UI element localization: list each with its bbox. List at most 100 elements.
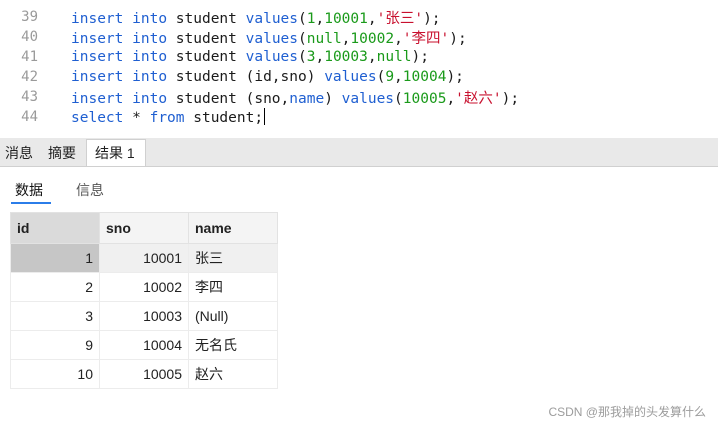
- code-text: insert into student values(1,10001,'张三')…: [71, 7, 441, 28]
- token-kw: insert: [71, 49, 124, 65]
- token-num: 10003: [324, 49, 368, 65]
- cell-id[interactable]: 10: [10, 359, 100, 389]
- token-text: student (id,sno): [167, 69, 325, 85]
- csdn-watermark: CSDN @那我掉的头发算什么: [548, 405, 706, 419]
- column-header-sno[interactable]: sno: [99, 212, 189, 244]
- token-num: 9: [385, 69, 395, 85]
- line-number: 41: [21, 49, 38, 65]
- editor-line[interactable]: 39 insert into student values(1,10001,'张三…: [0, 7, 718, 27]
- token-kw: from: [149, 110, 185, 126]
- table-row[interactable]: 1 10001 张三: [10, 243, 278, 273]
- cell-sno[interactable]: 10003: [99, 301, 189, 331]
- code-text: insert into student values(null,10002,'李…: [71, 27, 467, 48]
- code-text: insert into student (id,sno) values(9,10…: [71, 69, 464, 85]
- editor-line[interactable]: 40 insert into student values(null,10002,…: [0, 27, 718, 47]
- cell-id[interactable]: 9: [10, 330, 100, 360]
- tab-messages[interactable]: 消息: [0, 140, 43, 166]
- token-text: ,: [367, 10, 377, 27]
- token-text: student: [167, 49, 246, 65]
- line-number: 42: [21, 69, 38, 85]
- token-text: (: [376, 69, 386, 85]
- token-kw: into: [132, 10, 168, 27]
- token-num: null: [306, 30, 342, 47]
- line-number: 39: [21, 9, 38, 25]
- token-kw: name: [289, 90, 325, 107]
- cell-sno[interactable]: 10005: [99, 359, 189, 389]
- token-text: (: [298, 30, 307, 47]
- editor-line[interactable]: 44 select * from student;: [0, 107, 718, 127]
- editor-line[interactable]: 41 insert into student values(3,10003,nul…: [0, 47, 718, 67]
- grid-header-row: id sno name: [10, 212, 278, 244]
- sql-editor[interactable]: 39 insert into student values(1,10001,'张三…: [0, 0, 718, 133]
- token-text: );: [446, 69, 464, 85]
- cell-name-null[interactable]: (Null): [188, 301, 278, 331]
- token-kw: insert: [71, 30, 124, 47]
- table-row[interactable]: 10 10005 赵六: [10, 359, 278, 389]
- token-num: 10002: [350, 30, 395, 47]
- line-number: 40: [21, 29, 38, 45]
- token-str: '张三': [376, 10, 424, 27]
- token-text: );: [449, 30, 467, 47]
- token-kw: insert: [71, 69, 124, 85]
- tab-summary[interactable]: 摘要: [43, 140, 86, 166]
- token-text: );: [423, 10, 441, 27]
- cell-id[interactable]: 1: [10, 243, 100, 273]
- code-text: insert into student (sno,name) values(10…: [71, 87, 519, 108]
- cell-sno[interactable]: 10001: [99, 243, 189, 273]
- token-text: ,: [394, 69, 403, 85]
- token-text: (: [298, 49, 307, 65]
- code-text: insert into student values(3,10003,null)…: [71, 49, 429, 65]
- cell-name[interactable]: 张三: [188, 243, 278, 273]
- token-num: 10004: [402, 69, 447, 85]
- table-row[interactable]: 3 10003 (Null): [10, 301, 278, 331]
- active-subtab-indicator: [11, 202, 51, 204]
- editor-line[interactable]: 43 insert into student (sno,name) values(…: [0, 87, 718, 107]
- token-kw: insert: [71, 10, 124, 27]
- token-text: student;: [184, 110, 264, 126]
- token-kw: insert: [71, 90, 124, 107]
- token-text: ,: [394, 30, 403, 47]
- token-text: ): [324, 90, 342, 107]
- result-table: id sno name 1 10001 张三 2 10002 李四 3 1000…: [10, 212, 278, 389]
- cell-name[interactable]: 无名氏: [188, 330, 278, 360]
- table-row[interactable]: 9 10004 无名氏: [10, 330, 278, 360]
- subtab-info[interactable]: 信息: [76, 180, 104, 200]
- token-text: ,: [446, 90, 456, 107]
- token-text: student (sno,: [167, 90, 290, 107]
- code-text: select * from student;: [71, 108, 266, 126]
- token-text: );: [411, 49, 429, 65]
- line-number: 44: [21, 109, 38, 125]
- token-num: null: [376, 49, 412, 65]
- token-text: student: [167, 30, 246, 47]
- cell-sno[interactable]: 10004: [99, 330, 189, 360]
- line-number: 43: [21, 89, 38, 105]
- result-grid[interactable]: id sno name 1 10001 张三 2 10002 李四 3 1000…: [10, 212, 278, 389]
- cell-id[interactable]: 2: [10, 272, 100, 302]
- token-kw: values: [245, 30, 299, 47]
- token-kw: into: [132, 69, 168, 85]
- subtab-data[interactable]: 数据: [15, 180, 43, 200]
- token-text: (: [394, 90, 403, 107]
- editor-line[interactable]: 42 insert into student (id,sno) values(9,…: [0, 67, 718, 87]
- token-num: 10005: [402, 90, 447, 107]
- token-text: (: [298, 10, 307, 27]
- column-header-name[interactable]: name: [188, 212, 278, 244]
- token-text: );: [501, 90, 520, 107]
- cell-sno[interactable]: 10002: [99, 272, 189, 302]
- token-text: *: [123, 110, 150, 126]
- cell-name[interactable]: 李四: [188, 272, 278, 302]
- token-kw: select: [71, 110, 124, 126]
- cell-id[interactable]: 3: [10, 301, 100, 331]
- token-kw: values: [245, 10, 299, 27]
- tab-result-1[interactable]: 结果 1: [86, 139, 146, 166]
- token-kw: values: [245, 49, 299, 65]
- column-header-id[interactable]: id: [10, 212, 100, 244]
- table-row[interactable]: 2 10002 李四: [10, 272, 278, 302]
- cell-name[interactable]: 赵六: [188, 359, 278, 389]
- token-kw: values: [324, 69, 377, 85]
